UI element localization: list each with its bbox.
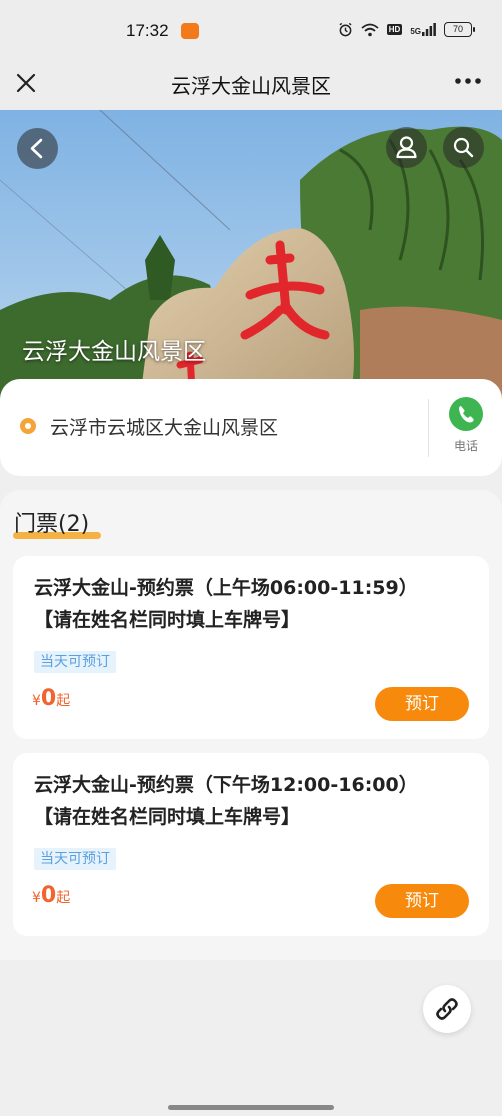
back-icon (30, 138, 43, 159)
status-bar: 17:32 HD 5G 70 (0, 0, 502, 62)
ticket-name-line: 云浮大金山-预约票（上午场06:00-11:59） (34, 577, 418, 599)
price-currency: ¥ (32, 693, 41, 709)
tickets-heading: 门票(2) (14, 512, 90, 537)
ticket-card[interactable]: 云浮大金山-预约票（下午场12:00-16:00） 【请在姓名栏同时填上车牌号】… (13, 753, 489, 936)
back-button[interactable] (17, 128, 58, 169)
phone-icon (449, 397, 483, 431)
battery-indicator: 70 (444, 22, 475, 37)
address-text[interactable]: 云浮市云城区大金山风景区 (50, 413, 278, 440)
price-value: 0 (40, 686, 57, 711)
search-button[interactable] (443, 127, 484, 168)
price-value: 0 (40, 883, 57, 908)
price-suffix: 起 (56, 693, 71, 709)
divider (428, 399, 429, 457)
ticket-name-line: 【请在姓名栏同时填上车牌号】 (34, 806, 301, 828)
tickets-section: 门票(2) 云浮大金山-预约票（上午场06:00-11:59） 【请在姓名栏同时… (0, 490, 502, 960)
phone-button[interactable]: 电话 (447, 397, 485, 457)
ticket-name: 云浮大金山-预约票（上午场06:00-11:59） 【请在姓名栏同时填上车牌号】 (34, 572, 474, 636)
home-indicator[interactable] (168, 1105, 334, 1110)
scenic-title: 云浮大金山风景区 (22, 339, 206, 365)
price-suffix: 起 (56, 890, 71, 906)
network-type-label: 5G (410, 27, 421, 36)
app-notification-icon (181, 23, 199, 39)
ticket-price: ¥0起 (32, 686, 70, 711)
hd-badge: HD (386, 24, 403, 35)
book-button[interactable]: 预订 (375, 687, 469, 721)
phone-label: 电话 (453, 439, 478, 453)
alarm-icon (339, 22, 352, 37)
ticket-name-line: 【请在姓名栏同时填上车牌号】 (34, 609, 301, 631)
cell-signal-icon: 5G (410, 23, 436, 36)
price-currency: ¥ (32, 890, 41, 906)
address-card: 云浮市云城区大金山风景区 电话 (0, 379, 502, 476)
availability-badge: 当天可预订 (34, 651, 116, 673)
page-title: 云浮大金山风景区 (171, 74, 331, 98)
ticket-price: ¥0起 (32, 883, 70, 908)
status-time: 17:32 (126, 21, 169, 40)
wifi-icon (361, 23, 379, 36)
availability-badge: 当天可预订 (34, 848, 116, 870)
user-button[interactable] (386, 127, 427, 168)
ticket-card[interactable]: 云浮大金山-预约票（上午场06:00-11:59） 【请在姓名栏同时填上车牌号】… (13, 556, 489, 739)
mini-program-nav-bar: 云浮大金山风景区 (0, 62, 502, 110)
ticket-name-line: 云浮大金山-预约票（下午场12:00-16:00） (34, 774, 418, 796)
hero-banner: 云浮大金山风景区 (0, 110, 502, 400)
link-icon (436, 998, 458, 1020)
user-icon (396, 136, 417, 159)
status-icons: HD 5G 70 (338, 22, 475, 37)
location-pin-icon (20, 418, 36, 434)
ticket-name: 云浮大金山-预约票（下午场12:00-16:00） 【请在姓名栏同时填上车牌号】 (34, 769, 474, 833)
book-button[interactable]: 预订 (375, 884, 469, 918)
share-link-button[interactable] (423, 985, 471, 1033)
more-icon[interactable] (454, 72, 482, 90)
search-icon (453, 137, 474, 158)
